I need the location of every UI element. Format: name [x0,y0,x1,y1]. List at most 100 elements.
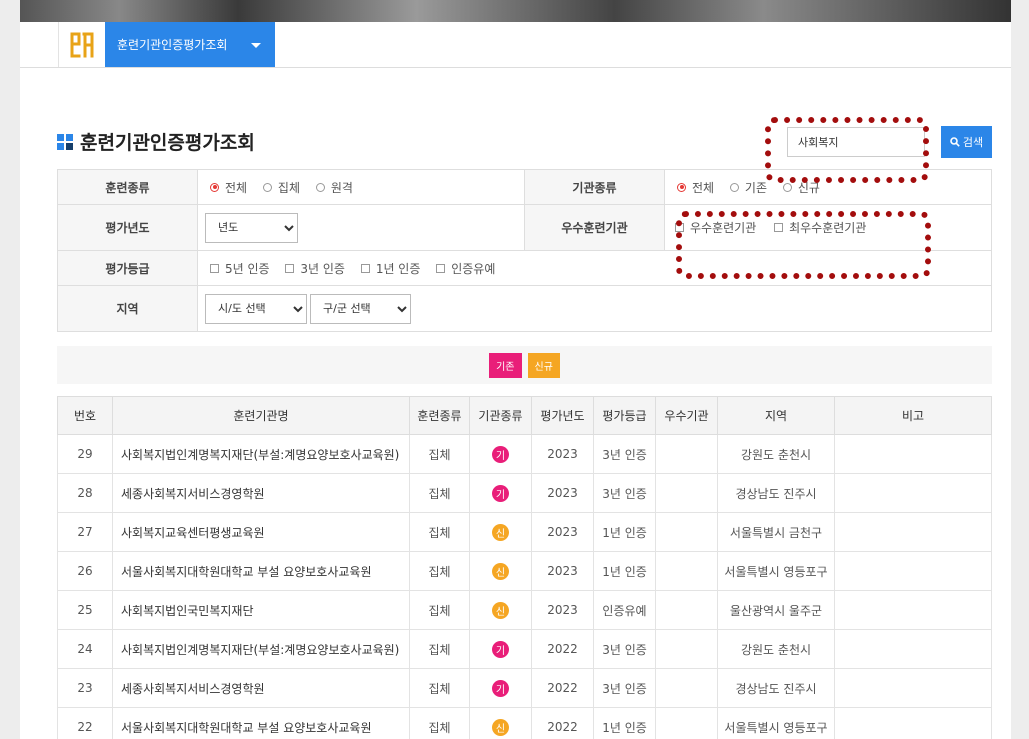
checkbox-icon [285,263,295,273]
region: 경상남도 진주시 [717,473,835,513]
option-label: 우수훈련기관 [690,221,757,235]
option-label: 원격 [330,180,353,195]
training-type-options: 전체 집체 원격 [197,169,525,205]
option-label: 전체 [225,180,248,195]
org-name-link[interactable]: 사회복지법인국민복지재단 [112,590,410,630]
eval-grade: 3년 인증 [593,668,656,708]
col-header: 기관종류 [469,396,532,435]
table-row[interactable]: 22 서울사회복지대학원대학교 부설 요양보호사교육원 집체 신 2022 1년 인증 서울… [57,707,992,739]
checkbox-grade-deferred[interactable]: 인증유예 [436,260,495,277]
row-number: 22 [57,707,113,739]
note [834,512,992,552]
note [834,434,992,474]
org-type-cell: 기 [469,473,532,513]
row-number: 25 [57,590,113,630]
row-number: 28 [57,473,113,513]
radio-org-new[interactable]: 신규 [782,179,820,196]
region: 강원도 춘천시 [717,434,835,474]
radio-org-all[interactable]: 전체 [677,179,714,196]
radio-icon [315,182,325,192]
grid-square-icon [57,133,73,150]
option-label: 최우수훈련기관 [789,221,867,235]
site-logo[interactable] [58,22,106,67]
eval-year: 2022 [531,668,594,708]
caret-down-icon [251,43,261,48]
table-row[interactable]: 23 세종사회복지서비스경영학원 집체 기 2022 3년 인증 경상남도 진주시 [57,668,992,708]
eval-year: 2022 [531,707,594,739]
org-type-badge: 신 [492,523,509,541]
checkbox-grade-3yr[interactable]: 3년 인증 [285,260,345,277]
checkbox-grade-5yr[interactable]: 5년 인증 [210,260,270,277]
search-input[interactable] [787,127,925,157]
logo-icon [70,32,94,57]
region: 경상남도 진주시 [717,668,835,708]
org-type-legend: 기존 신규 [57,346,992,384]
radio-checked-icon [677,182,686,192]
col-header: 번호 [57,396,113,435]
radio-training-remote[interactable]: 원격 [315,179,353,196]
checkbox-top-excellent[interactable]: 최우수훈련기관 [774,219,866,236]
org-type-cell: 신 [469,707,532,739]
org-type-cell: 신 [469,551,532,591]
org-type-badge: 신 [492,601,509,619]
checkbox-grade-1yr[interactable]: 1년 인증 [360,260,420,277]
table-row[interactable]: 26 서울사회복지대학원대학교 부설 요양보호사교육원 집체 신 2023 1년 인증 서울… [57,551,992,591]
radio-org-existing[interactable]: 기존 [729,179,767,196]
filter-row: 평가등급 5년 인증 3년 인증 1년 인증 인증유예 [57,250,992,286]
region: 서울특별시 금천구 [717,512,835,552]
org-type-badge: 기 [492,484,509,502]
row-number: 23 [57,668,113,708]
table-header-row: 번호 훈련기관명 훈련종류 기관종류 평가년도 평가등급 우수기관 지역 비고 [57,396,992,435]
grade-options: 5년 인증 3년 인증 1년 인증 인증유예 [197,250,992,286]
nav-menu-dropdown[interactable]: 훈련기관인증평가조회 [105,22,275,67]
org-type-badge: 신 [492,718,509,736]
option-label: 5년 인증 [225,261,270,276]
col-header: 평가등급 [593,396,656,435]
org-name-link[interactable]: 서울사회복지대학원대학교 부설 요양보호사교육원 [112,551,410,591]
sido-select[interactable]: 시/도 선택 [205,293,307,324]
filter-table: 훈련종류 전체 집체 원격 기관종류 전체 기존 신규 평가년도 년도 우수훈련… [57,169,992,332]
radio-training-all[interactable]: 전체 [210,179,247,196]
org-name-link[interactable]: 서울사회복지대학원대학교 부설 요양보호사교육원 [112,707,410,739]
org-name-link[interactable]: 사회복지법인계명복지재단(부설:계명요양보호사교육원) [112,629,410,669]
checkbox-excellent[interactable]: 우수훈련기관 [675,219,756,236]
row-number: 24 [57,629,113,669]
eval-year: 2022 [531,629,594,669]
row-number: 29 [57,434,113,474]
option-label: 3년 인증 [300,261,345,276]
col-header: 우수기관 [655,396,718,435]
org-type-badge: 기 [492,445,509,463]
eval-year-cell: 년도 [197,204,525,251]
results-table: 번호 훈련기관명 훈련종류 기관종류 평가년도 평가등급 우수기관 지역 비고 … [57,396,992,739]
org-name-link[interactable]: 사회복지교육센터평생교육원 [112,512,410,552]
row-number: 27 [57,512,113,552]
training-type: 집체 [409,473,470,513]
filter-row: 평가년도 년도 우수훈련기관 우수훈련기관 최우수훈련기관 [57,204,992,251]
search-button[interactable]: 검색 [941,126,992,158]
eval-year: 2023 [531,512,594,552]
col-header: 비고 [834,396,992,435]
org-type-cell: 기 [469,668,532,708]
org-name-link[interactable]: 세종사회복지서비스경영학원 [112,668,410,708]
eval-grade: 인증유예 [593,590,656,630]
note [834,668,992,708]
table-row[interactable]: 27 사회복지교육센터평생교육원 집체 신 2023 1년 인증 서울특별시 금천구 [57,512,992,552]
legend-new-tag: 신규 [527,352,560,378]
table-row[interactable]: 28 세종사회복지서비스경영학원 집체 기 2023 3년 인증 경상남도 진주시 [57,473,992,513]
table-row[interactable]: 25 사회복지법인국민복지재단 집체 신 2023 인증유예 울산광역시 울주군 [57,590,992,630]
nav-menu-label: 훈련기관인증평가조회 [117,38,228,52]
org-name-link[interactable]: 세종사회복지서비스경영학원 [112,473,410,513]
eval-year: 2023 [531,434,594,474]
table-row[interactable]: 24 사회복지법인계명복지재단(부설:계명요양보호사교육원) 집체 기 2022 3년 인… [57,629,992,669]
legend-existing-tag: 기존 [489,352,522,378]
excellent-org [655,434,718,474]
note [834,473,992,513]
radio-training-group[interactable]: 집체 [262,179,300,196]
table-row[interactable]: 29 사회복지법인계명복지재단(부설:계명요양보호사교육원) 집체 기 2023 3년 인… [57,434,992,474]
excellent-org [655,668,718,708]
gugun-select[interactable]: 구/군 선택 [310,293,411,324]
excellent-org [655,551,718,591]
org-name-link[interactable]: 사회복지법인계명복지재단(부설:계명요양보호사교육원) [112,434,410,474]
region: 울산광역시 울주군 [717,590,835,630]
eval-year-select[interactable]: 년도 [205,212,298,243]
